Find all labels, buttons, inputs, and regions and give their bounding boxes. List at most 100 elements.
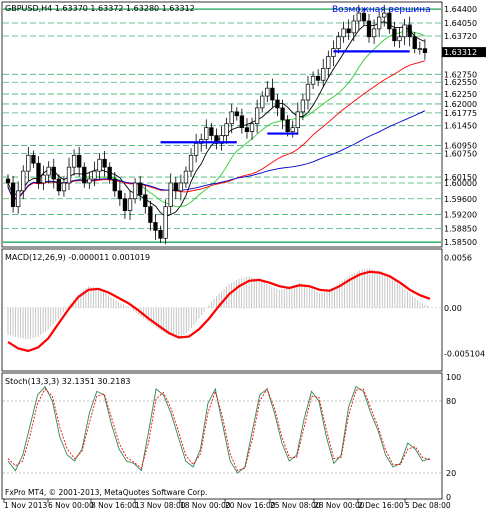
candle-body	[77, 154, 82, 168]
candle-body	[178, 182, 184, 192]
stoch-tick-label: 20	[446, 469, 456, 478]
candle-body	[10, 182, 16, 208]
candle-body	[417, 48, 422, 50]
candle-body	[193, 143, 199, 156]
candle-body	[117, 190, 123, 200]
candle-body	[341, 28, 346, 38]
candle-body	[315, 75, 321, 81]
candle-body	[148, 206, 153, 223]
price-tick-label: 1.59600	[444, 195, 477, 204]
candle-body	[422, 48, 428, 53]
price-tick-label: 1.64050	[444, 19, 477, 28]
price-tick-label: 1.62550	[444, 78, 477, 87]
candle-body	[122, 198, 128, 211]
candle-body	[300, 99, 306, 113]
candle-body	[336, 36, 341, 49]
candle-body	[153, 222, 158, 231]
candle-body	[51, 166, 56, 180]
candle-body	[397, 36, 402, 42]
price-tick-label: 1.64400	[444, 5, 477, 14]
candle-body	[305, 83, 311, 101]
candle-body	[392, 28, 397, 42]
price-tick-label: 1.61775	[444, 109, 477, 118]
macd-tick-label: 0.00	[444, 304, 462, 313]
candle-body	[209, 127, 214, 136]
footer-copyright: FxPro MT4, © 2001-2013, MetaQuotes Softw…	[5, 488, 207, 497]
candle-body	[127, 198, 133, 211]
candle-body	[265, 87, 270, 97]
candle-body	[204, 127, 209, 140]
candle-body	[87, 178, 92, 184]
time-tick-label: 18 Nov 00:00	[180, 501, 231, 510]
candle-body	[244, 127, 250, 132]
candle-body	[188, 154, 194, 172]
candle-body	[285, 119, 290, 132]
candle-body	[56, 178, 61, 192]
annotation-label: Возможная вершина	[332, 5, 431, 15]
candle-body	[138, 182, 143, 196]
current-price-label: 1.63312	[444, 48, 477, 57]
candle-body	[183, 170, 189, 184]
candle-body	[239, 115, 245, 129]
candle-body	[5, 178, 11, 184]
candle-body	[92, 170, 97, 180]
stoch-tick-label: 80	[446, 397, 456, 406]
candle-body	[402, 24, 407, 38]
candle-body	[82, 166, 87, 184]
macd-tick-label: 0.0056	[444, 253, 472, 262]
candle-body	[36, 162, 41, 184]
trading-chart: 1.644001.640501.637201.627501.625501.622…	[1, 1, 486, 510]
candle-body	[366, 20, 372, 38]
price-tick-label: 1.61450	[444, 122, 477, 131]
candle-body	[132, 182, 138, 200]
stoch-tick-label: 100	[446, 373, 461, 382]
candle-body	[112, 178, 117, 192]
stoch-axis: 10080200	[446, 373, 461, 502]
candle-body	[26, 154, 31, 172]
time-axis: 1 Nov 2013 6 Nov 00:008 Nov 16:0013 Nov 0…	[3, 499, 451, 510]
candle-body	[71, 154, 77, 168]
candle-body	[102, 158, 107, 168]
time-tick-label: 5 Dec 08:00	[405, 501, 451, 510]
candle-body	[377, 16, 382, 30]
candle-body	[16, 190, 21, 208]
time-tick-label: 8 Nov 16:00	[91, 501, 137, 510]
candle-body	[66, 166, 72, 184]
candle-body	[260, 95, 265, 109]
candle-body	[107, 166, 112, 180]
price-title: GBPUSD,H4 1.63370 1.63372 1.63280 1.6331…	[5, 4, 195, 13]
time-tick-label: 20 Nov 16:00	[225, 501, 276, 510]
candle-body	[143, 194, 148, 208]
price-pane-frame	[1, 1, 443, 248]
price-tick-label: 1.58850	[444, 224, 477, 233]
candle-body	[295, 111, 300, 129]
price-tick-label: 1.58500	[444, 238, 477, 247]
candle-body	[346, 28, 351, 34]
candle-body	[46, 166, 51, 176]
price-tick-label: 1.60000	[444, 179, 477, 188]
stoch-title: Stoch(13,3,3) 32.1351 30.2183	[5, 377, 131, 386]
macd-axis: 0.0056 0.00 -0.005104	[444, 253, 485, 358]
stoch-pane-frame	[1, 372, 443, 500]
candle-body	[270, 87, 275, 101]
candle-body	[407, 24, 412, 38]
price-tick-label: 1.59200	[444, 211, 477, 220]
candle-body	[275, 99, 280, 109]
candle-body	[173, 182, 178, 192]
time-tick-label: 6 Nov 00:00	[48, 501, 94, 510]
candle-body	[331, 48, 336, 57]
candle-body	[254, 107, 260, 125]
candle-body	[61, 182, 67, 192]
candle-body	[158, 230, 163, 239]
candle-body	[97, 158, 102, 172]
candle-body	[321, 68, 326, 81]
candle-body	[234, 111, 239, 117]
candle-body	[326, 56, 331, 69]
candle-body	[310, 75, 316, 85]
macd-tick-label: -0.005104	[444, 350, 485, 359]
candle-body	[41, 174, 46, 184]
macd-title: MACD(12,26,9) -0.000011 0.001019	[5, 253, 150, 262]
candle-body	[168, 182, 173, 208]
time-tick-label: 1 Nov 2013	[4, 501, 47, 510]
price-axis: 1.644001.640501.637201.627501.625501.622…	[442, 5, 486, 247]
